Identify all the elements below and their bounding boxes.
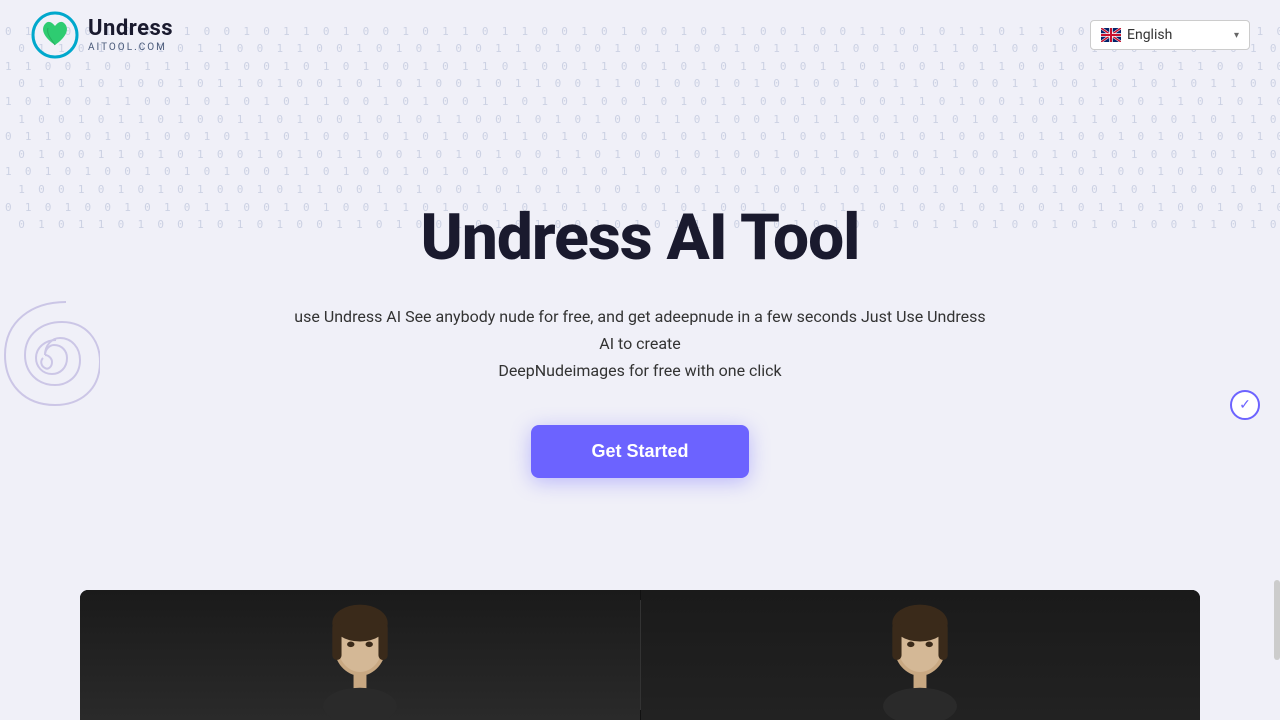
scrollbar[interactable] xyxy=(1274,580,1280,660)
bottom-image-section xyxy=(80,590,1200,720)
language-label: English xyxy=(1127,27,1228,43)
face-svg-left xyxy=(300,600,420,720)
logo[interactable]: Undress AITOOL.COM xyxy=(30,10,173,60)
language-selector[interactable]: English ▾ xyxy=(1090,20,1250,50)
checkmark-decoration: ✓ xyxy=(1230,390,1260,420)
checkmark-icon: ✓ xyxy=(1239,397,1251,413)
hero-title: Undress AI Tool xyxy=(421,200,860,275)
face-right xyxy=(641,590,1201,720)
hero-description-line2: DeepNudeimages for free with one click xyxy=(498,361,781,380)
english-flag-icon xyxy=(1101,28,1121,42)
logo-sub-text: AITOOL.COM xyxy=(88,42,173,53)
logo-main-text: Undress xyxy=(88,17,173,41)
hero-description: use Undress AI See anybody nude for free… xyxy=(290,303,990,385)
hero-description-line1: use Undress AI See anybody nude for free… xyxy=(294,307,985,353)
face-svg-right xyxy=(860,600,980,720)
header: Undress AITOOL.COM English ▾ xyxy=(0,0,1280,70)
hero-section: Undress AI Tool use Undress AI See anybo… xyxy=(0,80,1280,478)
get-started-button[interactable]: Get Started xyxy=(531,425,748,478)
chevron-down-icon: ▾ xyxy=(1234,30,1239,41)
logo-text: Undress AITOOL.COM xyxy=(88,17,173,52)
logo-icon xyxy=(30,10,80,60)
face-left xyxy=(80,590,640,720)
